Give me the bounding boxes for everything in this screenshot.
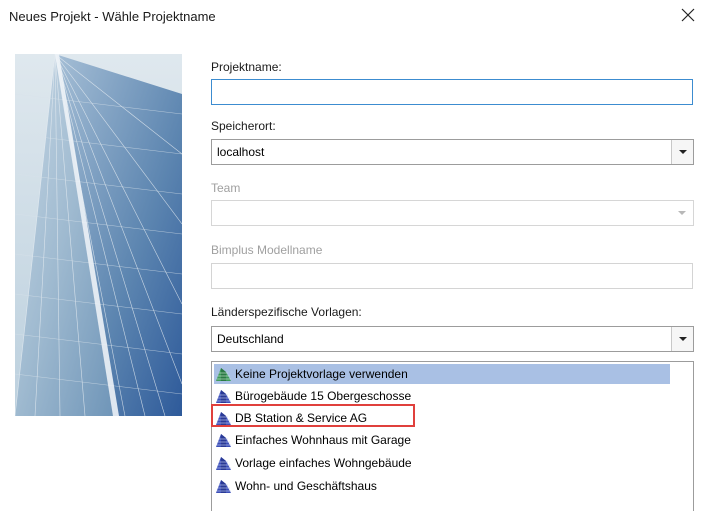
- bimplus-label: Bimplus Modellname: [211, 243, 323, 257]
- template-item[interactable]: DB Station & Service AG: [214, 408, 367, 428]
- vorlagen-land-label: Länderspezifische Vorlagen:: [211, 305, 362, 319]
- building-blue-icon: [215, 455, 232, 471]
- building-blue-icon: [215, 410, 232, 426]
- bimplus-input: [211, 263, 693, 289]
- template-item-label: DB Station & Service AG: [235, 411, 368, 425]
- vorlagen-land-dropdown[interactable]: Deutschland: [211, 326, 694, 352]
- template-item[interactable]: Bürogebäude 15 Obergeschosse: [214, 386, 411, 406]
- chevron-down-icon[interactable]: [671, 327, 693, 351]
- chevron-down-icon[interactable]: [671, 140, 693, 164]
- speicherort-label: Speicherort:: [211, 119, 276, 133]
- building-illustration: [15, 54, 182, 416]
- vorlagen-land-value: Deutschland: [217, 332, 284, 346]
- close-icon[interactable]: [678, 5, 698, 25]
- building-blue-icon: [215, 432, 232, 448]
- template-item-label: Bürogebäude 15 Obergeschosse: [235, 389, 412, 403]
- template-item-label: Vorlage einfaches Wohngebäude: [235, 456, 412, 470]
- chevron-down-icon: [671, 201, 693, 225]
- template-item-label: Wohn- und Geschäftshaus: [235, 479, 377, 493]
- projektname-input[interactable]: [211, 79, 693, 105]
- template-item[interactable]: Wohn- und Geschäftshaus: [214, 476, 377, 496]
- template-item[interactable]: Einfaches Wohnhaus mit Garage: [214, 430, 411, 450]
- team-dropdown: [211, 200, 694, 226]
- projektname-label: Projektname:: [211, 60, 282, 74]
- template-item-label: Keine Projektvorlage verwenden: [235, 367, 408, 381]
- team-label: Team: [211, 181, 241, 195]
- building-blue-icon: [215, 478, 232, 494]
- window-title: Neues Projekt - Wähle Projektname: [9, 9, 216, 24]
- template-list[interactable]: Keine Projektvorlage verwenden Bürogebäu…: [211, 361, 694, 511]
- template-item[interactable]: Vorlage einfaches Wohngebäude: [214, 453, 412, 473]
- building-green-icon: [215, 366, 232, 382]
- template-item[interactable]: Keine Projektvorlage verwenden: [214, 364, 670, 384]
- building-blue-icon: [215, 388, 232, 404]
- speicherort-value: localhost: [217, 145, 265, 159]
- template-item-label: Einfaches Wohnhaus mit Garage: [235, 433, 411, 447]
- speicherort-dropdown[interactable]: localhost: [211, 139, 694, 165]
